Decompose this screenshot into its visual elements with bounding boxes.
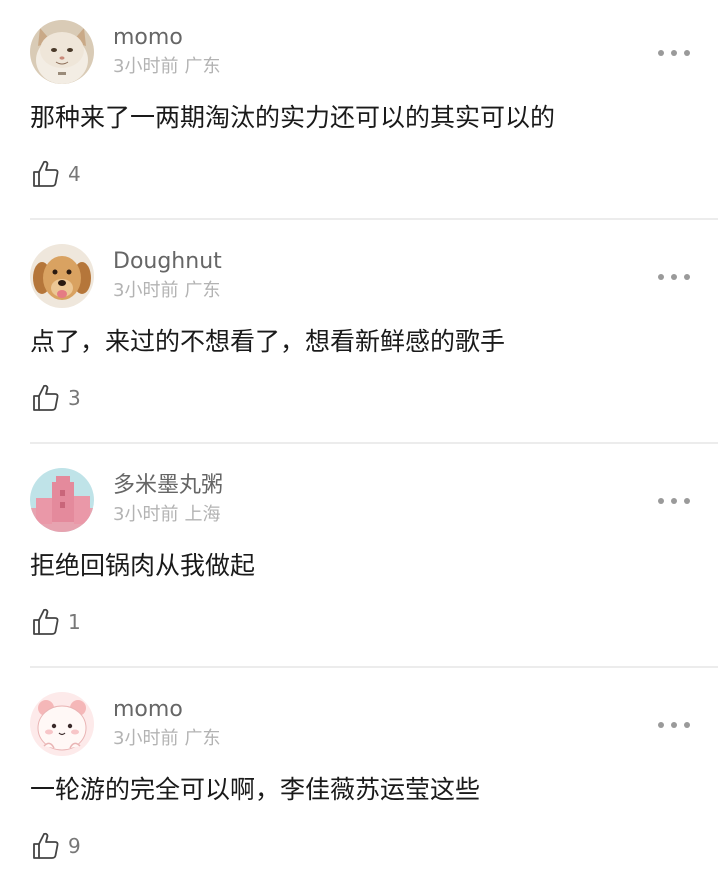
- thumbs-up-icon: [33, 608, 59, 635]
- pink-building-avatar-icon: [30, 468, 94, 532]
- avatar[interactable]: [30, 692, 94, 756]
- comment-text: 一轮游的完全可以啊，李佳薇苏运莹这些: [30, 775, 481, 804]
- comment-item: momo 3小时前 广东 那种来了一两期淘汰的实力还可以的其实可以的 4: [0, 0, 718, 224]
- avatar[interactable]: [30, 20, 94, 84]
- like-count: 3: [68, 386, 81, 410]
- comment-text: 点了，来过的不想看了，想看新鲜感的歌手: [30, 327, 506, 356]
- more-options-icon[interactable]: [656, 36, 692, 70]
- location: 广东: [184, 728, 221, 749]
- comment-text: 拒绝回锅肉从我做起: [30, 551, 256, 580]
- location: 广东: [184, 56, 221, 77]
- thumbs-up-icon: [33, 384, 59, 411]
- avatar[interactable]: [30, 468, 94, 532]
- like-button[interactable]: 4: [30, 156, 81, 192]
- timestamp: 3小时前: [113, 728, 179, 749]
- comment-item: 多米墨丸粥 3小时前 上海 拒绝回锅肉从我做起 1: [0, 448, 718, 672]
- like-button[interactable]: 3: [30, 380, 81, 416]
- thumbs-up-icon: [33, 160, 59, 187]
- like-button[interactable]: 9: [30, 828, 81, 864]
- divider: [30, 666, 718, 668]
- comment-item: Doughnut 3小时前 广东 点了，来过的不想看了，想看新鲜感的歌手 3: [0, 224, 718, 448]
- like-count: 4: [68, 162, 81, 186]
- more-options-icon[interactable]: [656, 484, 692, 518]
- timestamp: 3小时前: [113, 280, 179, 301]
- username[interactable]: 多米墨丸粥: [113, 472, 223, 500]
- divider: [30, 442, 718, 444]
- username[interactable]: momo: [113, 24, 183, 52]
- divider: [30, 218, 718, 220]
- comment-meta: 3小时前 广东: [113, 280, 220, 302]
- more-options-icon[interactable]: [656, 708, 692, 742]
- username[interactable]: Doughnut: [113, 248, 222, 276]
- username[interactable]: momo: [113, 696, 183, 724]
- location: 广东: [184, 280, 221, 301]
- like-count: 1: [68, 610, 81, 634]
- like-button[interactable]: 1: [30, 604, 81, 640]
- timestamp: 3小时前: [113, 56, 179, 77]
- avatar[interactable]: [30, 244, 94, 308]
- like-count: 9: [68, 834, 81, 858]
- cartoon-bear-avatar-icon: [30, 692, 94, 756]
- more-options-icon[interactable]: [656, 260, 692, 294]
- cat-avatar-icon: [30, 20, 94, 84]
- comment-meta: 3小时前 上海: [113, 504, 220, 526]
- timestamp: 3小时前: [113, 504, 179, 525]
- dog-avatar-icon: [30, 244, 94, 308]
- comment-item: momo 3小时前 广东 一轮游的完全可以啊，李佳薇苏运莹这些 9: [0, 672, 718, 896]
- comment-meta: 3小时前 广东: [113, 728, 220, 750]
- location: 上海: [184, 504, 221, 525]
- comment-meta: 3小时前 广东: [113, 56, 220, 78]
- thumbs-up-icon: [33, 832, 59, 859]
- comment-text: 那种来了一两期淘汰的实力还可以的其实可以的: [30, 103, 556, 132]
